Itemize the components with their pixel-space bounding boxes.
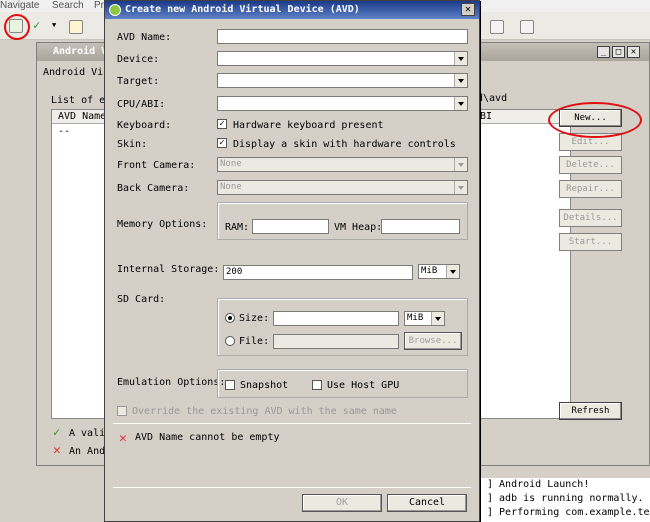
use-host-gpu-checkbox[interactable] [312, 380, 322, 390]
chevron-down-icon [446, 265, 459, 278]
refresh-button[interactable]: Refresh [559, 402, 622, 420]
memory-options-label: Memory Options: [117, 219, 208, 230]
chevron-down-icon [454, 181, 467, 194]
window-title: Android V [53, 46, 108, 57]
cpu-abi-select[interactable] [217, 96, 468, 111]
target-select[interactable] [217, 73, 468, 88]
skin-label: Skin: [117, 139, 148, 150]
device-label: Device: [117, 54, 160, 65]
keyboard-checkbox[interactable]: ✓ [217, 119, 227, 129]
sd-size-input[interactable] [273, 311, 399, 326]
error-x-icon: ✕ [53, 443, 61, 458]
ram-label: RAM: [225, 222, 250, 233]
sd-size-unit-select[interactable]: MiB [404, 311, 445, 326]
cancel-button[interactable]: Cancel [387, 494, 467, 512]
menu-search[interactable]: Search [52, 0, 84, 11]
minimize-button[interactable]: _ [597, 46, 610, 58]
use-host-gpu-label: Use Host GPU [327, 380, 400, 391]
keyboard-label: Keyboard: [117, 120, 172, 131]
override-label: Override the existing AVD with the same … [132, 406, 397, 417]
valid-check-icon: ✓ [53, 425, 61, 439]
target-label: Target: [117, 76, 160, 87]
sd-card-label: SD Card: [117, 294, 166, 305]
skin-check-label: Display a skin with hardware controls [233, 139, 456, 150]
start-avd-button[interactable]: Start... [559, 233, 622, 251]
internal-storage-input[interactable]: 200 [223, 265, 413, 280]
dialog-titlebar: Create new Android Virtual Device (AVD) … [105, 1, 479, 19]
toolbar-icon[interactable] [490, 20, 504, 34]
ram-input[interactable] [252, 219, 329, 234]
console-view: ] Android Launch! ] adb is running norma… [480, 478, 650, 522]
front-camera-value: None [220, 159, 242, 169]
snapshot-checkbox[interactable] [225, 380, 235, 390]
skin-checkbox[interactable]: ✓ [217, 138, 227, 148]
override-checkbox[interactable] [117, 406, 127, 416]
check-icon[interactable]: ✓ [33, 18, 40, 32]
chevron-down-icon[interactable]: ▼ [52, 21, 56, 29]
error-message: AVD Name cannot be empty [135, 432, 280, 443]
dialog-title: Create new Android Virtual Device (AVD) [125, 4, 360, 15]
internal-storage-label: Internal Storage: [117, 264, 220, 275]
cpu-abi-label: CPU/ABI: [117, 99, 166, 110]
vm-heap-label: VM Heap: [334, 222, 383, 233]
avd-name-input[interactable] [217, 29, 468, 44]
tab-android-virtual-devices[interactable]: Android Vir [43, 67, 109, 78]
highlight-circle-new [548, 102, 642, 138]
delete-avd-button[interactable]: Delete... [559, 156, 622, 174]
highlight-circle-toolbar [4, 14, 30, 40]
menu-navigate[interactable]: Navigate [0, 0, 39, 11]
chevron-down-icon [454, 158, 467, 171]
details-avd-button[interactable]: Details... [559, 209, 622, 227]
memory-options-group: RAM: VM Heap: [217, 202, 468, 240]
keyboard-check-label: Hardware keyboard present [233, 120, 384, 131]
col-abi[interactable]: BI [480, 111, 492, 122]
front-camera-label: Front Camera: [117, 160, 196, 171]
chevron-down-icon [454, 74, 467, 87]
avd-path: d\avd [477, 93, 508, 104]
front-camera-select[interactable]: None [217, 157, 468, 172]
avd-name-label: AVD Name: [117, 32, 172, 43]
table-row: -- [58, 126, 71, 137]
separator [113, 423, 471, 424]
separator [113, 487, 471, 488]
sd-size-radio[interactable] [225, 313, 235, 323]
close-button[interactable]: ✕ [627, 46, 640, 58]
device-select[interactable] [217, 51, 468, 66]
repair-avd-button[interactable]: Repair... [559, 180, 622, 198]
chevron-down-icon [431, 312, 444, 325]
sd-file-input[interactable] [273, 334, 399, 349]
internal-storage-unit-select[interactable]: MiB [418, 264, 460, 279]
col-avd-name[interactable]: AVD Name [58, 111, 106, 122]
back-camera-value: None [220, 182, 242, 192]
sd-file-radio[interactable] [225, 336, 235, 346]
maximize-button[interactable]: □ [612, 46, 625, 58]
error-x-icon: ✕ [119, 431, 127, 446]
create-avd-dialog: Create new Android Virtual Device (AVD) … [104, 0, 480, 522]
chevron-down-icon [454, 97, 467, 110]
new-project-icon[interactable] [69, 20, 83, 34]
emulation-options-label: Emulation Options: [117, 377, 226, 388]
menu-project[interactable]: Pr [94, 0, 104, 11]
sd-size-label: Size: [239, 313, 270, 324]
console-line: ] adb is running normally. [487, 493, 644, 504]
console-line: ] Android Launch! [487, 479, 590, 490]
sd-size-unit: MiB [407, 313, 424, 323]
android-icon [109, 4, 121, 16]
console-line: ] Performing com.example.tes [487, 507, 650, 518]
back-camera-select[interactable]: None [217, 180, 468, 195]
list-label: List of ex [51, 95, 112, 106]
edit-icon[interactable] [520, 20, 534, 34]
internal-storage-unit: MiB [421, 266, 438, 276]
back-camera-label: Back Camera: [117, 183, 190, 194]
dialog-close-button[interactable]: ✕ [461, 3, 475, 16]
chevron-down-icon [454, 52, 467, 65]
browse-button[interactable]: Browse... [404, 332, 462, 350]
sd-file-label: File: [239, 336, 270, 347]
vm-heap-input[interactable] [381, 219, 460, 234]
snapshot-label: Snapshot [240, 380, 289, 391]
ok-button[interactable]: OK [302, 494, 382, 512]
